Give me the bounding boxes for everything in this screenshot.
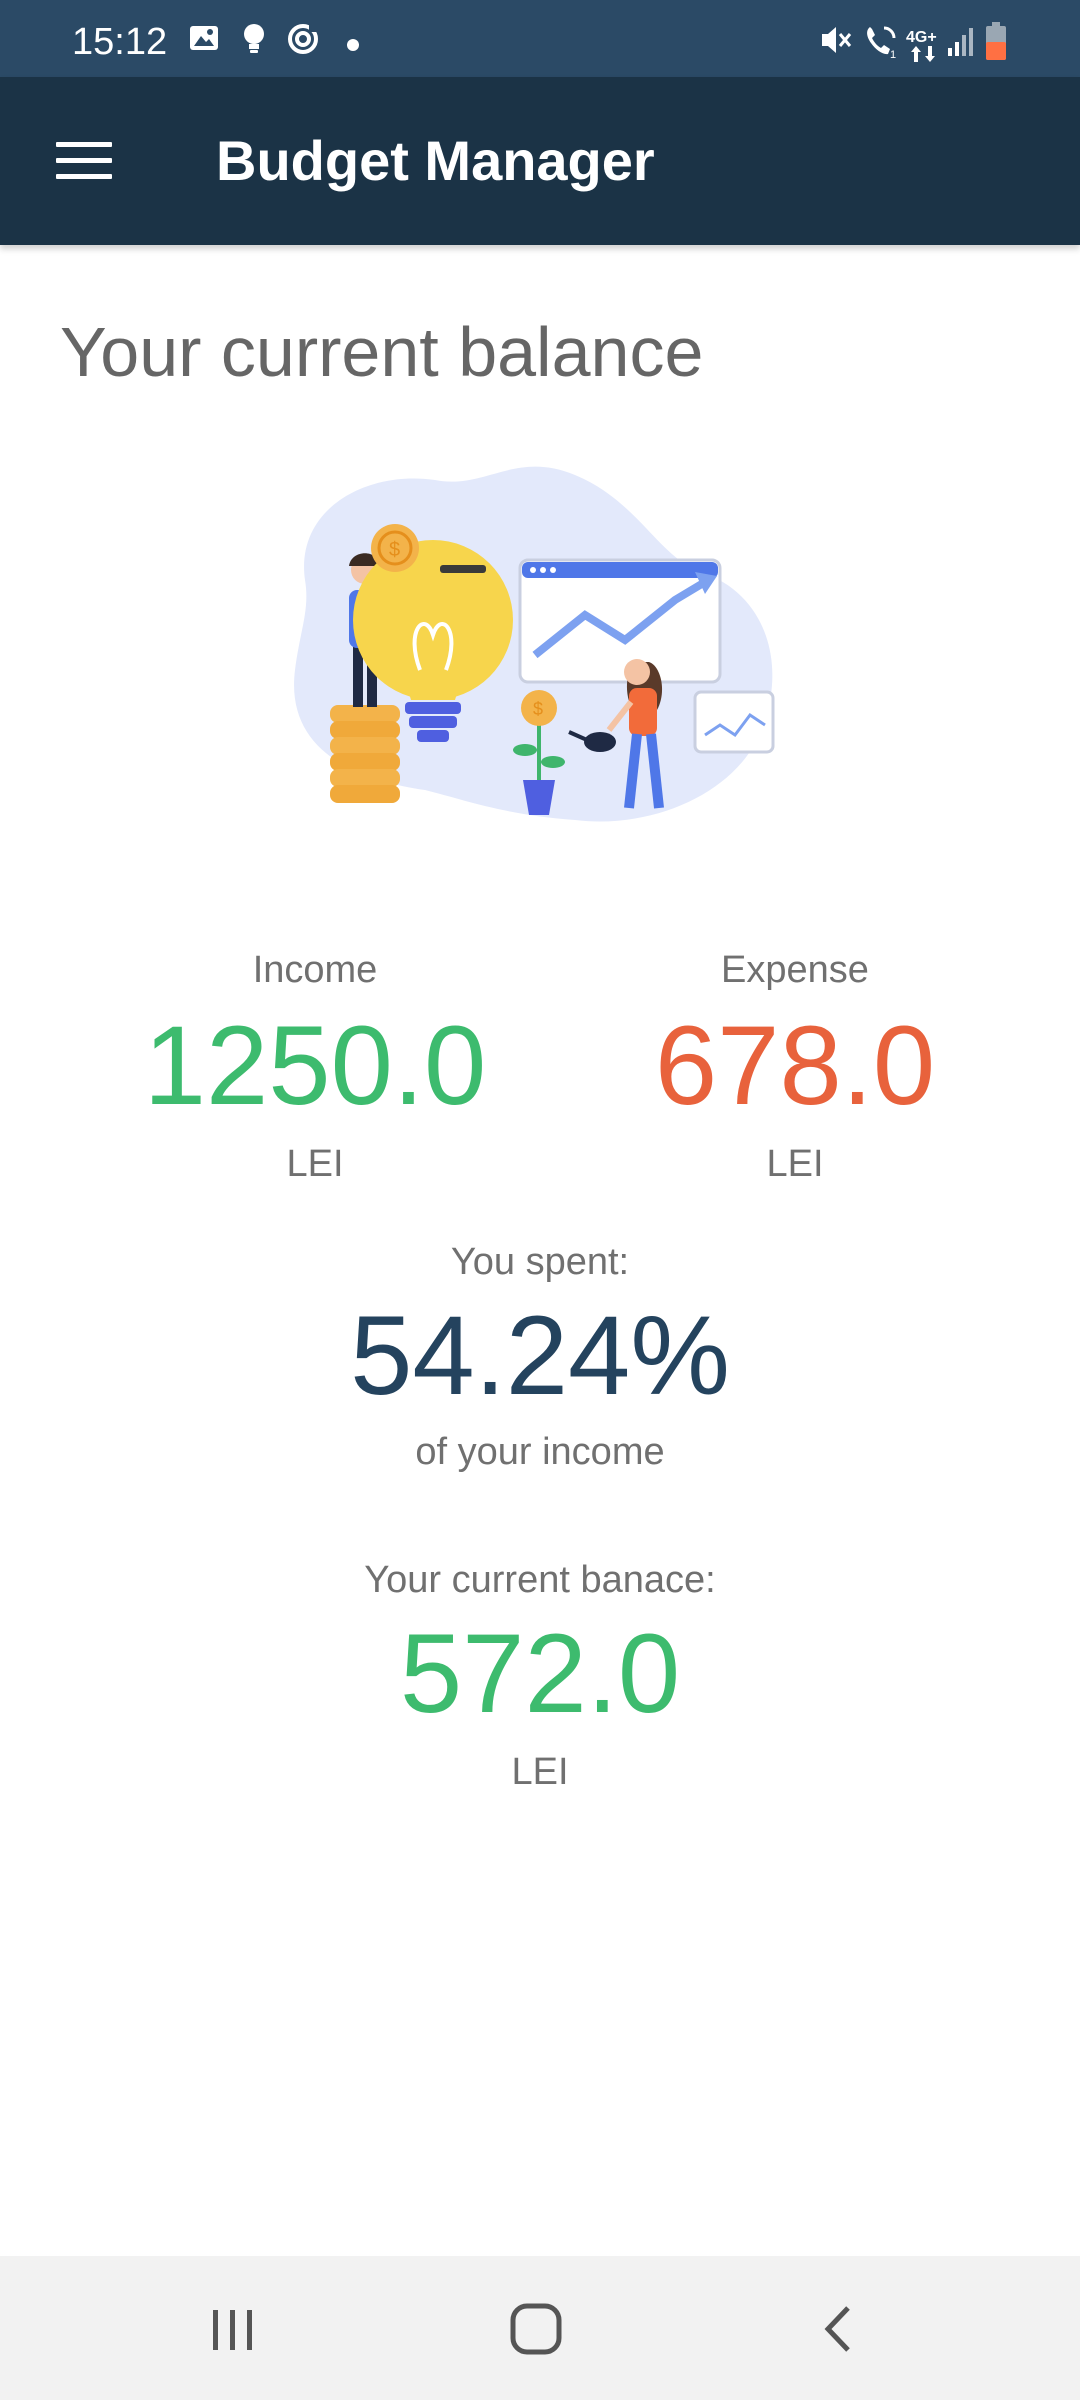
spent-label: You spent: xyxy=(450,1241,630,1283)
finance-illustration: $ $ xyxy=(294,466,775,822)
svg-text:$: $ xyxy=(533,699,543,719)
balance-label: Your current banace: xyxy=(364,1559,716,1601)
mute-icon xyxy=(822,27,852,53)
status-bar: 15:12 1 4G+ xyxy=(0,0,1080,77)
dot-icon xyxy=(347,39,359,51)
svg-text:$: $ xyxy=(389,539,400,561)
svg-text:1: 1 xyxy=(890,49,896,60)
balance-summary: Your current banace: 572.0 LEI xyxy=(240,1558,840,1794)
status-time: 15:12 xyxy=(72,21,168,63)
spent-percentage: 54.24% xyxy=(350,1293,730,1418)
expense-label: Expense xyxy=(721,949,869,991)
recent-apps-icon xyxy=(213,2310,252,2350)
wifi-call-icon: 1 xyxy=(867,26,896,60)
balance-value: 572.0 xyxy=(399,1611,681,1736)
battery-icon xyxy=(986,22,1006,60)
image-icon xyxy=(190,26,218,50)
expense-unit: LEI xyxy=(766,1143,824,1185)
data-arrows-icon xyxy=(911,46,935,62)
back-icon xyxy=(824,2306,850,2352)
spent-suffix: of your income xyxy=(415,1431,665,1473)
expense-value: 678.0 xyxy=(654,1003,936,1128)
coin-stack xyxy=(330,705,400,803)
menu-button[interactable] xyxy=(40,121,128,201)
signal-icon xyxy=(948,28,973,56)
network-type-label: 4G+ xyxy=(906,29,937,46)
recent-apps-button[interactable] xyxy=(173,2286,293,2370)
income-value: 1250.0 xyxy=(143,1003,487,1128)
income-summary: Income 1250.0 LEI xyxy=(75,948,555,1186)
navigation-bar xyxy=(0,2256,1080,2400)
balance-unit: LEI xyxy=(511,1751,569,1793)
income-unit: LEI xyxy=(286,1143,344,1185)
spent-summary: You spent: 54.24% of your income xyxy=(240,1240,840,1474)
sync-icon xyxy=(288,24,318,54)
app-bar: Budget Manager xyxy=(0,77,1080,245)
bulb-icon xyxy=(244,24,264,53)
home-button[interactable] xyxy=(476,2286,596,2370)
back-button[interactable] xyxy=(778,2286,898,2370)
income-label: Income xyxy=(252,949,378,991)
home-icon xyxy=(510,2303,562,2355)
app-title: Budget Manager xyxy=(216,129,655,192)
page-title: Your current balance xyxy=(60,313,704,391)
expense-summary: Expense 678.0 LEI xyxy=(555,948,1035,1186)
